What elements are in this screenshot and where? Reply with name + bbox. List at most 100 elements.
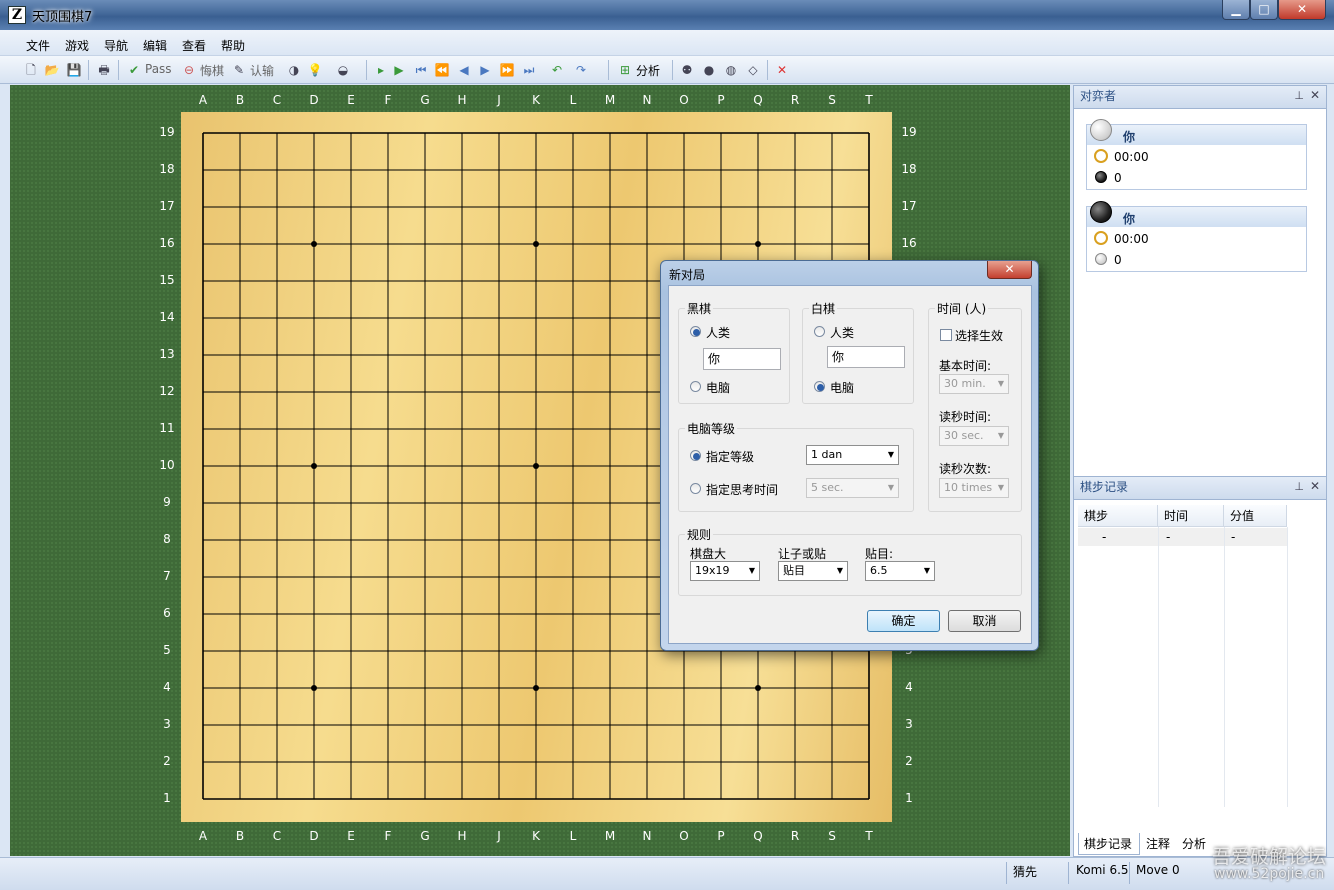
column-coordinate: J bbox=[497, 93, 501, 107]
menu-navigate[interactable]: 导航 bbox=[104, 37, 128, 54]
undo-icon[interactable]: ⊖ bbox=[180, 61, 198, 79]
column-header-score[interactable]: 分值 bbox=[1224, 505, 1287, 527]
row-coordinate: 18 bbox=[901, 162, 917, 176]
analysis-button[interactable]: 分析 bbox=[636, 62, 660, 79]
white-computer-radio[interactable] bbox=[814, 381, 825, 392]
analysis-tree-icon[interactable]: ⊞ bbox=[616, 61, 634, 79]
players-panel: 对弈者 ⊥ ✕ 你 00:00 0 你 00:00 0 bbox=[1073, 85, 1327, 477]
byoyomi-periods-select[interactable]: 10 times ▼ bbox=[939, 478, 1009, 498]
resign-flag-icon[interactable]: ✎ bbox=[230, 61, 248, 79]
row-coordinate: 19 bbox=[159, 125, 175, 139]
white-name-input[interactable]: 你 bbox=[827, 346, 905, 368]
row-coordinate: 18 bbox=[159, 162, 175, 176]
panel-close-icon[interactable]: ✕ bbox=[1310, 88, 1320, 102]
white-computer-label[interactable]: 电脑 bbox=[830, 379, 854, 396]
panel-close-icon[interactable]: ✕ bbox=[1310, 479, 1320, 493]
last-move-icon[interactable]: ⏭ bbox=[520, 61, 538, 79]
toolbar-separator bbox=[608, 60, 609, 80]
status-bar bbox=[0, 857, 1334, 890]
computer-level-title: 电脑等级 bbox=[685, 420, 738, 437]
ok-button[interactable]: 确定 bbox=[867, 610, 940, 632]
pin-icon[interactable]: ⊥ bbox=[1294, 480, 1304, 493]
play-small-icon[interactable]: ▸ bbox=[372, 61, 390, 79]
chevron-down-icon: ▼ bbox=[887, 483, 894, 492]
black-human-radio[interactable] bbox=[690, 326, 701, 337]
minimize-button[interactable]: ▁ bbox=[1222, 0, 1250, 20]
tab-comments[interactable]: 注释 bbox=[1146, 835, 1170, 852]
menu-edit[interactable]: 编辑 bbox=[143, 37, 167, 54]
resign-button[interactable]: 认输 bbox=[250, 62, 274, 79]
time-enable-label[interactable]: 选择生效 bbox=[955, 327, 1003, 344]
column-coordinate: Q bbox=[753, 93, 763, 107]
save-icon[interactable]: 💾 bbox=[65, 61, 83, 79]
time-enable-checkbox[interactable] bbox=[940, 329, 952, 341]
think-time-radio[interactable] bbox=[690, 483, 701, 494]
byoyomi-time-select[interactable]: 30 sec. ▼ bbox=[939, 426, 1009, 446]
white-group-title: 白棋 bbox=[809, 300, 838, 317]
pass-button[interactable]: Pass bbox=[145, 62, 172, 76]
back-ten-icon[interactable]: ⏪ bbox=[433, 61, 451, 79]
hint-bulb-icon[interactable]: 💡 bbox=[306, 61, 324, 79]
branch-up-icon[interactable]: ↶ bbox=[548, 61, 566, 79]
table-row[interactable] bbox=[1078, 528, 1287, 546]
row-coordinate: 7 bbox=[163, 569, 171, 583]
column-coordinate: S bbox=[828, 829, 836, 843]
player-card-white: 你 00:00 0 bbox=[1086, 119, 1307, 190]
forward-one-icon[interactable]: ▶ bbox=[476, 61, 494, 79]
pin-icon[interactable]: ⊥ bbox=[1294, 89, 1304, 102]
new-file-icon[interactable]: 🗋 bbox=[22, 61, 40, 79]
menu-help[interactable]: 帮助 bbox=[221, 37, 245, 54]
chevron-down-icon: ▼ bbox=[836, 566, 843, 575]
eraser-icon[interactable]: ◇ bbox=[744, 61, 762, 79]
star-point bbox=[533, 463, 539, 469]
fixed-level-label[interactable]: 指定等级 bbox=[706, 448, 754, 465]
think-time-label[interactable]: 指定思考时间 bbox=[706, 481, 778, 498]
dialog-close-button[interactable]: ✕ bbox=[987, 261, 1032, 279]
play-icon[interactable]: ▶ bbox=[390, 61, 408, 79]
black-human-label[interactable]: 人类 bbox=[706, 324, 730, 341]
black-name-input[interactable]: 你 bbox=[703, 348, 781, 370]
star-point bbox=[533, 685, 539, 691]
level-select[interactable]: 1 dan ▼ bbox=[806, 445, 899, 465]
pass-check-icon[interactable]: ✔ bbox=[125, 61, 143, 79]
first-move-icon[interactable]: ⏮ bbox=[412, 61, 430, 79]
forward-ten-icon[interactable]: ⏩ bbox=[498, 61, 516, 79]
undo-button[interactable]: 悔棋 bbox=[200, 62, 224, 79]
handicap-select[interactable]: 贴目 ▼ bbox=[778, 561, 848, 581]
dialog-body: 黑棋 人类 你 电脑 白棋 人类 你 电脑 时间 (人) 选择生效 基本时间: … bbox=[668, 285, 1032, 644]
board-size-value: 19x19 bbox=[695, 564, 730, 577]
think-time-select[interactable]: 5 sec. ▼ bbox=[806, 478, 899, 498]
stone-bowl-icon[interactable]: ◒ bbox=[334, 61, 352, 79]
white-human-radio[interactable] bbox=[814, 326, 825, 337]
base-time-select[interactable]: 30 min. ▼ bbox=[939, 374, 1009, 394]
tab-move-record[interactable]: 棋步记录 bbox=[1084, 835, 1132, 852]
star-point bbox=[311, 685, 317, 691]
white-stone-icon[interactable]: ◍ bbox=[722, 61, 740, 79]
stones-icon[interactable]: ⚉ bbox=[678, 61, 696, 79]
print-icon[interactable]: 🖶 bbox=[95, 61, 113, 79]
fixed-level-radio[interactable] bbox=[690, 450, 701, 461]
komi-select[interactable]: 6.5 ▼ bbox=[865, 561, 935, 581]
column-header-move[interactable]: 棋步 bbox=[1078, 505, 1158, 527]
menu-file[interactable]: 文件 bbox=[26, 37, 50, 54]
close-window-button[interactable]: ✕ bbox=[1278, 0, 1326, 20]
score-icon[interactable]: ◑ bbox=[285, 61, 303, 79]
column-divider bbox=[1287, 527, 1288, 807]
menu-view[interactable]: 查看 bbox=[182, 37, 206, 54]
black-stone-icon[interactable]: ● bbox=[700, 61, 718, 79]
maximize-button[interactable]: □ bbox=[1250, 0, 1278, 20]
open-folder-icon[interactable]: 📂 bbox=[43, 61, 61, 79]
column-header-time[interactable]: 时间 bbox=[1158, 505, 1224, 527]
menu-game[interactable]: 游戏 bbox=[65, 37, 89, 54]
back-one-icon[interactable]: ◀ bbox=[455, 61, 473, 79]
branch-down-icon[interactable]: ↷ bbox=[572, 61, 590, 79]
white-human-label[interactable]: 人类 bbox=[830, 324, 854, 341]
delete-icon[interactable]: ✕ bbox=[773, 61, 791, 79]
think-time-value: 5 sec. bbox=[811, 481, 844, 494]
board-size-select[interactable]: 19x19 ▼ bbox=[690, 561, 760, 581]
tab-analysis[interactable]: 分析 bbox=[1182, 835, 1206, 852]
clock-icon bbox=[1094, 149, 1108, 163]
cancel-button[interactable]: 取消 bbox=[948, 610, 1021, 632]
black-computer-label[interactable]: 电脑 bbox=[706, 379, 730, 396]
black-computer-radio[interactable] bbox=[690, 381, 701, 392]
